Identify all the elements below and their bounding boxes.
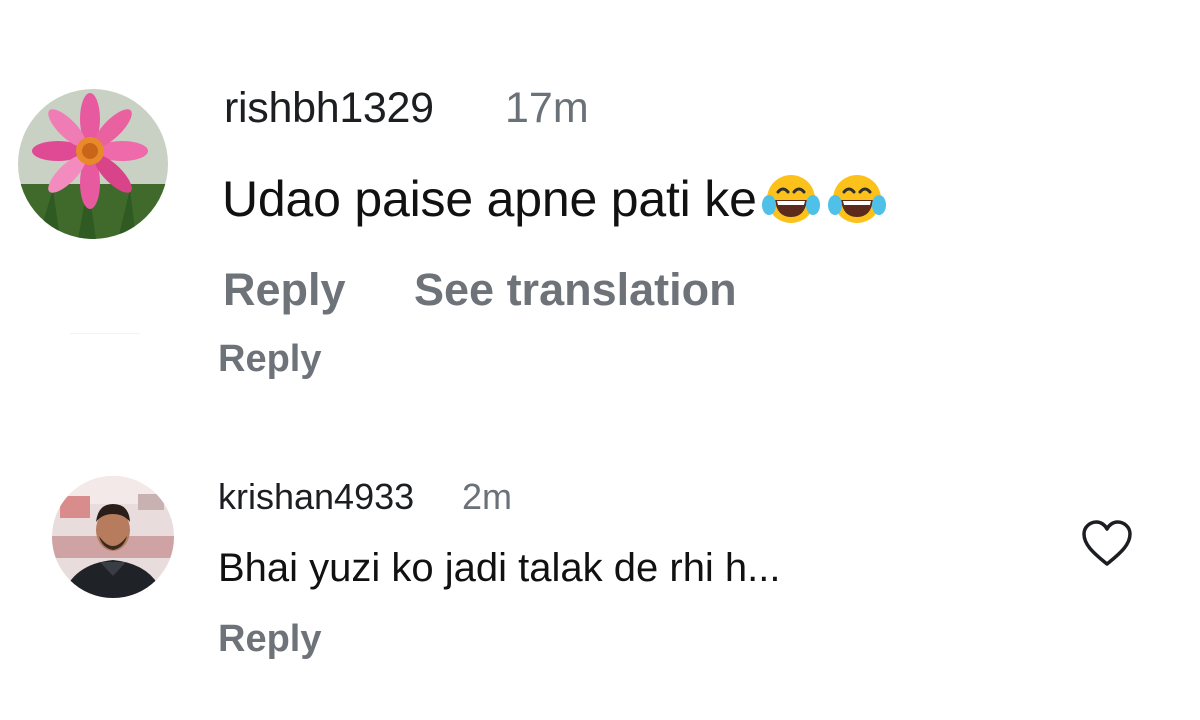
comment-username[interactable]: krishan4933 [218,476,414,518]
comment-timestamp: 2m [462,476,513,517]
reply-button[interactable]: Reply [218,338,321,381]
face-with-tears-of-joy-icon [825,171,889,227]
comment-body: Udao paise apne pati ke [222,171,757,227]
comments-panel: rishbh1329 17m Udao paise apne pati ke R… [0,0,1200,720]
comment-text: Udao paise apne pati ke [222,170,889,228]
flower-avatar-image [18,89,168,239]
heart-outline-icon[interactable] [1080,520,1134,568]
reply-button[interactable]: Reply [218,618,321,661]
face-with-tears-of-joy-icon [759,171,823,227]
avatar[interactable] [52,476,174,598]
see-translation-button[interactable]: See translation [414,264,737,316]
comment-timestamp: 17m [505,84,589,132]
avatar[interactable] [18,89,168,239]
divider [70,333,140,334]
reply-button[interactable]: Reply [223,264,346,316]
person-avatar-image [52,476,174,598]
comment-body: Bhai yuzi ko jadi talak de rhi h... [218,546,781,590]
comment-username[interactable]: rishbh1329 [224,84,434,133]
